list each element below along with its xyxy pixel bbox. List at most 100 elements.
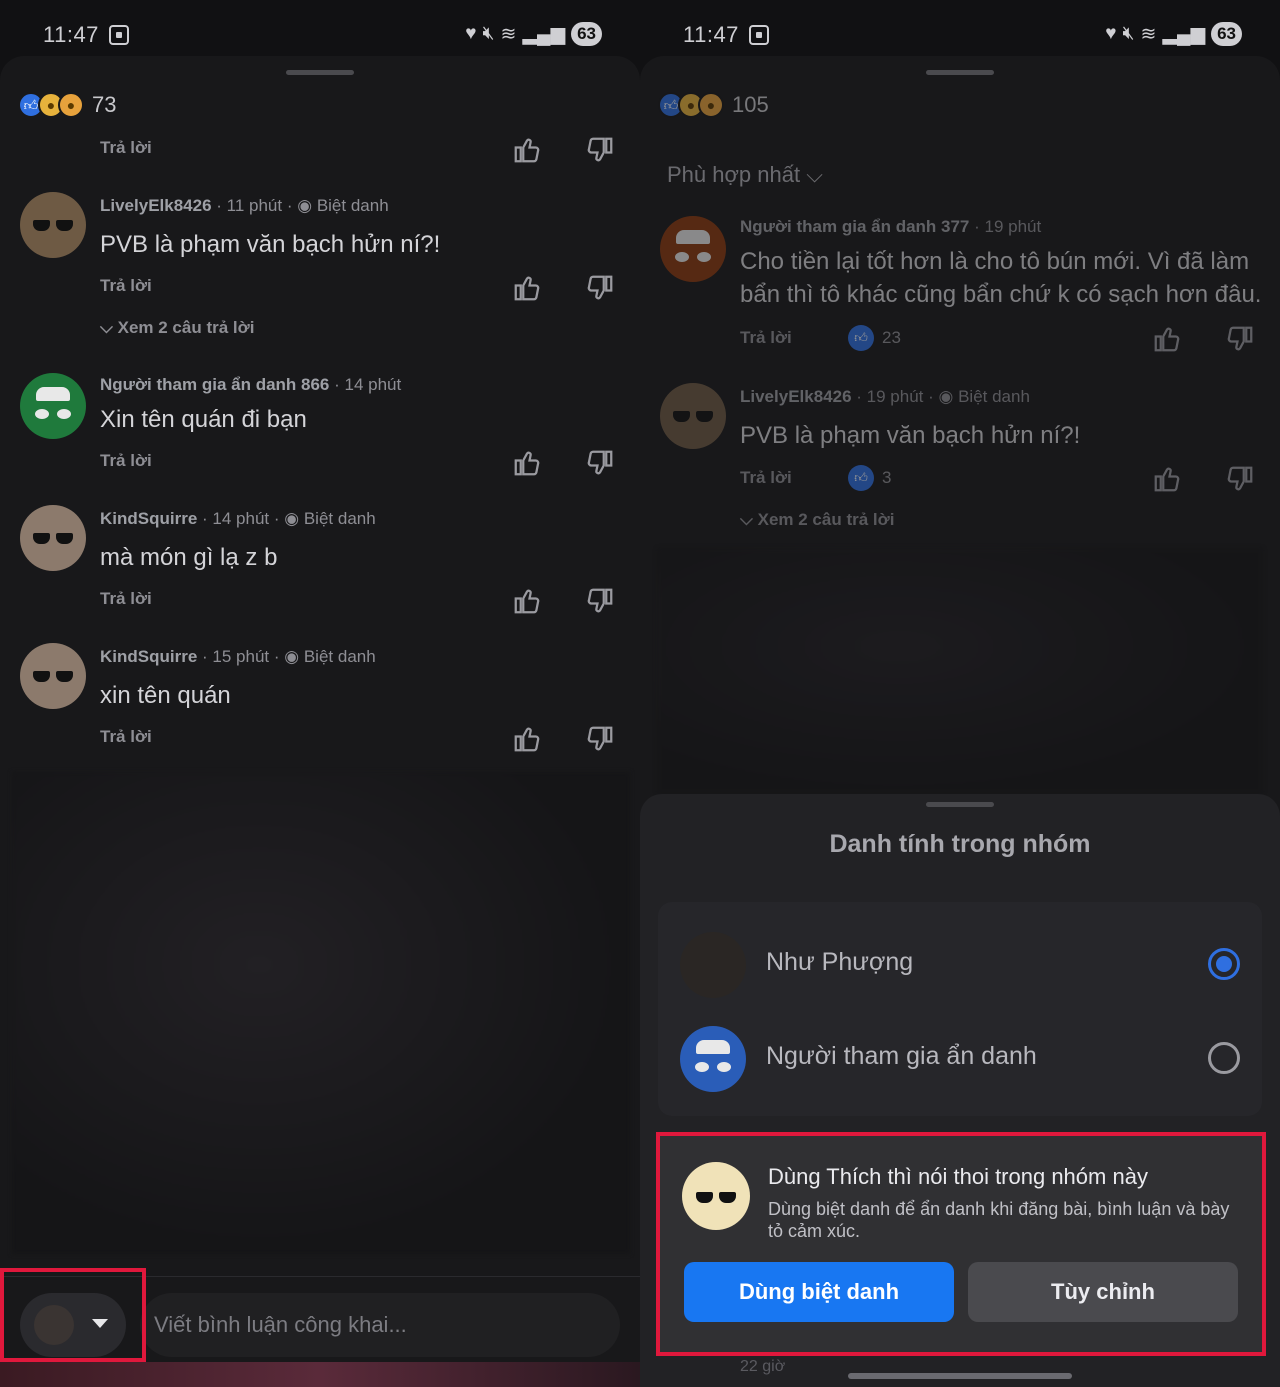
reaction-summary[interactable]: 👍︎ ● ● 105 <box>658 92 769 118</box>
reply-link[interactable]: Trả lời <box>100 589 152 609</box>
avatar[interactable] <box>20 643 86 709</box>
comment-text: mà món gì lạ z b <box>100 544 278 571</box>
dislike-icon[interactable] <box>1225 324 1255 354</box>
reaction-count: 105 <box>732 92 769 117</box>
identity-name: Người tham gia ẩn danh <box>766 1042 1037 1070</box>
dislike-icon[interactable] <box>585 724 615 754</box>
mute-icon: 🔇︎ <box>1122 23 1135 44</box>
comment-text: xin tên quán <box>100 682 231 709</box>
comment-meta: Người tham gia ẩn danh 866 · 14 phút <box>100 375 401 395</box>
reply-link[interactable]: Trả lời <box>100 451 152 471</box>
status-icons: ♥ 🔇︎ ≋ ▂▄▆ 63 <box>1105 22 1242 46</box>
like-icon[interactable] <box>512 273 542 303</box>
radio-selected[interactable] <box>1208 948 1240 980</box>
comment-meta: KindSquirre · 15 phút · ◉ Biệt danh <box>100 647 376 667</box>
comment-input[interactable]: Viết bình luận công khai... <box>140 1293 620 1357</box>
comment-author[interactable]: LivelyElk8426 <box>740 387 852 406</box>
like-icon[interactable] <box>1152 324 1182 354</box>
comment-meta: KindSquirre · 14 phút · ◉ Biệt danh <box>100 509 376 529</box>
dislike-icon[interactable] <box>585 135 615 165</box>
view-replies-link[interactable]: ⌵ Xem 2 câu trả lời <box>740 510 894 530</box>
identity-option-anonymous[interactable]: Người tham gia ẩn danh <box>658 1012 1262 1104</box>
avatar[interactable] <box>20 192 86 258</box>
signal-icon: ▂▄▆ <box>522 23 566 45</box>
comment-time: · 14 phút · <box>202 509 280 528</box>
status-time: 11:47 <box>43 22 99 47</box>
reply-link[interactable]: Trả lời <box>100 276 152 296</box>
wifi-icon: ≋ <box>500 23 517 45</box>
battery-icon: 63 <box>1211 22 1242 46</box>
mute-icon: 🔇︎ <box>482 23 495 44</box>
dislike-icon[interactable] <box>585 273 615 303</box>
like-icon[interactable] <box>512 586 542 616</box>
anonymous-avatar[interactable] <box>20 373 86 439</box>
reply-link[interactable]: Trả lời <box>100 727 152 747</box>
like-reaction-icon: 👍︎ <box>848 325 874 351</box>
sort-dropdown[interactable]: Phù hợp nhất ⌵ <box>667 162 823 188</box>
comment-author[interactable]: Người tham gia ẩn danh 377 <box>740 217 969 236</box>
like-icon[interactable] <box>512 724 542 754</box>
nickname-title: Dùng Thích thì nói thoi trong nhóm này <box>768 1164 1148 1189</box>
reaction-summary[interactable]: 👍︎ ● ● 73 <box>18 92 116 118</box>
comment-time: · 19 phút <box>974 217 1042 236</box>
blurred-content <box>657 548 1263 794</box>
comment-author[interactable]: Người tham gia ẩn danh 866 <box>100 375 329 394</box>
sheet-handle[interactable] <box>926 70 994 75</box>
avatar[interactable] <box>660 383 726 449</box>
left-screen: 11:47 ♥ 🔇︎ ≋ ▂▄▆ 63 👍︎ ● ● 73 Trả lời Li… <box>0 0 640 1387</box>
nickname-card: Dùng Thích thì nói thoi trong nhóm này D… <box>656 1132 1266 1356</box>
screenshot-icon <box>109 25 129 45</box>
use-nickname-button[interactable]: Dùng biệt danh <box>684 1262 954 1322</box>
status-time: 11:47 <box>683 22 739 47</box>
nickname-badge: Biệt danh <box>958 387 1030 406</box>
comment-time: · 15 phút · <box>202 647 280 666</box>
identity-options: Như Phượng Người tham gia ẩn danh <box>658 902 1262 1116</box>
comment-text: PVB là phạm văn bạch hửn ní?! <box>740 422 1081 449</box>
comment-author[interactable]: KindSquirre <box>100 647 197 666</box>
like-count-chip[interactable]: 👍︎ 3 <box>848 465 891 491</box>
dislike-icon[interactable] <box>1225 464 1255 494</box>
blurred-content <box>12 772 630 1254</box>
comment-meta: Người tham gia ẩn danh 377 · 19 phút <box>740 217 1041 237</box>
customize-button[interactable]: Tùy chỉnh <box>968 1262 1238 1322</box>
heart-icon: ♥ <box>1105 23 1117 44</box>
nickname-badge-icon: ◉ <box>297 196 313 215</box>
comment-time: · 14 phút <box>334 375 402 394</box>
comment-author[interactable]: LivelyElk8426 <box>100 196 212 215</box>
comment-author[interactable]: KindSquirre <box>100 509 197 528</box>
radio-unselected[interactable] <box>1208 1042 1240 1074</box>
reply-link[interactable]: Trả lời <box>740 468 792 488</box>
like-icon[interactable] <box>1152 464 1182 494</box>
nickname-badge: Biệt danh <box>303 509 376 528</box>
view-replies-label: Xem 2 câu trả lời <box>117 318 255 337</box>
comment-text: PVB là phạm văn bạch hửn ní?! <box>100 231 441 258</box>
reaction-count: 73 <box>92 92 117 117</box>
identity-option-profile[interactable]: Như Phượng <box>658 918 1262 1010</box>
anonymous-avatar[interactable] <box>660 216 726 282</box>
dislike-icon[interactable] <box>585 448 615 478</box>
sad-reaction-icon: ● <box>58 92 84 118</box>
avatar[interactable] <box>20 505 86 571</box>
nickname-badge-icon: ◉ <box>938 387 954 406</box>
reply-link[interactable]: Trả lời <box>740 328 792 348</box>
view-replies-link[interactable]: ⌵ Xem 2 câu trả lời <box>100 318 254 338</box>
modal-handle[interactable] <box>926 802 994 807</box>
comment-time: · 19 phút · <box>856 387 934 406</box>
screenshot-icon <box>749 25 769 45</box>
like-icon[interactable] <box>512 135 542 165</box>
reply-link[interactable]: Trả lời <box>100 138 152 158</box>
status-icons: ♥ 🔇︎ ≋ ▂▄▆ 63 <box>465 22 602 46</box>
nickname-badge: Biệt danh <box>303 647 376 666</box>
like-icon[interactable] <box>512 448 542 478</box>
comment-text: Xin tên quán đi bạn <box>100 406 307 433</box>
heart-icon: ♥ <box>465 23 477 44</box>
anonymous-avatar <box>680 1026 746 1092</box>
sheet-handle[interactable] <box>286 70 354 75</box>
like-reaction-icon: 👍︎ <box>848 465 874 491</box>
comment-meta: LivelyElk8426 · 19 phút · ◉ Biệt danh <box>740 387 1030 407</box>
home-indicator[interactable] <box>848 1373 1072 1379</box>
like-count-chip[interactable]: 👍︎ 23 <box>848 325 901 351</box>
comment-text-line: Cho tiền lại tốt hơn là cho tô bún mới. … <box>740 248 1250 275</box>
nickname-badge-icon: ◉ <box>284 647 300 666</box>
dislike-icon[interactable] <box>585 586 615 616</box>
